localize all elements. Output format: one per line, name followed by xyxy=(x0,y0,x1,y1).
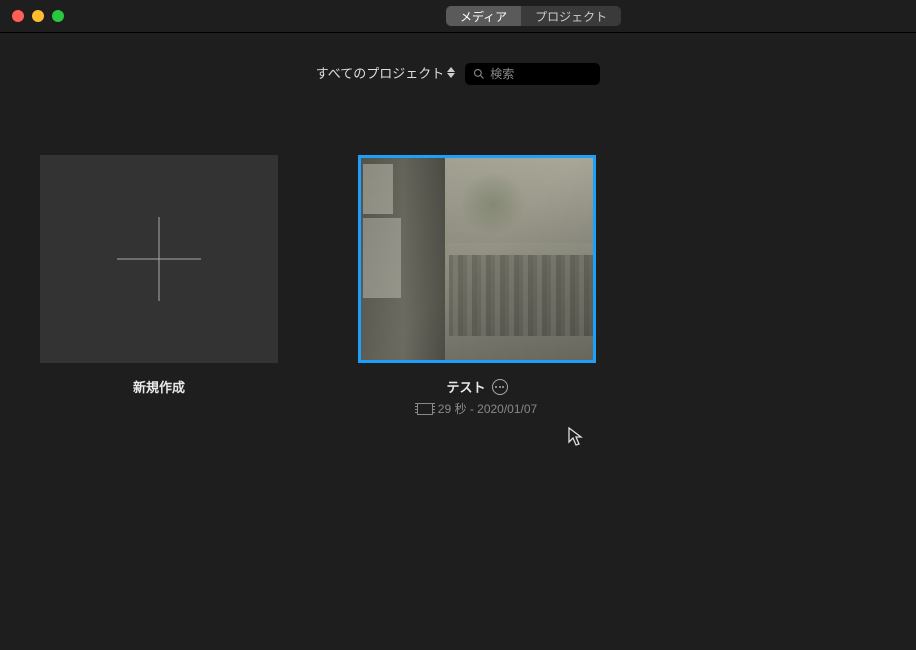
project-filter-dropdown[interactable]: すべてのプロジェクト xyxy=(316,63,456,82)
close-window-button[interactable] xyxy=(12,10,24,22)
filter-label: すべてのプロジェクト xyxy=(316,63,445,82)
window-controls xyxy=(0,10,64,22)
view-mode-tabs: メディア プロジェクト xyxy=(446,6,621,26)
search-input[interactable] xyxy=(490,67,592,81)
new-project-tile: 新規作成 xyxy=(40,155,278,417)
tab-media[interactable]: メディア xyxy=(446,6,521,26)
project-more-button[interactable] xyxy=(492,379,508,395)
project-title: テスト xyxy=(446,377,485,396)
toolbar: すべてのプロジェクト xyxy=(0,33,916,95)
new-project-label: 新規作成 xyxy=(133,377,185,396)
projects-grid: 新規作成 テスト 29 秒 - 2020/01/07 xyxy=(0,95,916,477)
tab-projects[interactable]: プロジェクト xyxy=(521,6,621,26)
plus-icon xyxy=(117,217,201,301)
updown-arrows-icon xyxy=(447,67,455,78)
film-icon xyxy=(417,403,433,415)
window-titlebar: メディア プロジェクト xyxy=(0,0,916,33)
project-thumbnail[interactable] xyxy=(358,155,596,363)
search-box[interactable] xyxy=(465,63,600,85)
minimize-window-button[interactable] xyxy=(32,10,44,22)
search-icon xyxy=(473,68,485,80)
project-title-row: テスト xyxy=(446,377,507,396)
project-meta: 29 秒 - 2020/01/07 xyxy=(417,400,537,417)
maximize-window-button[interactable] xyxy=(52,10,64,22)
thumbnail-image xyxy=(361,158,593,360)
project-meta-text: 29 秒 - 2020/01/07 xyxy=(438,400,537,417)
project-tile: テスト 29 秒 - 2020/01/07 xyxy=(358,155,596,417)
new-project-button[interactable] xyxy=(40,155,278,363)
ellipsis-icon xyxy=(495,386,504,388)
